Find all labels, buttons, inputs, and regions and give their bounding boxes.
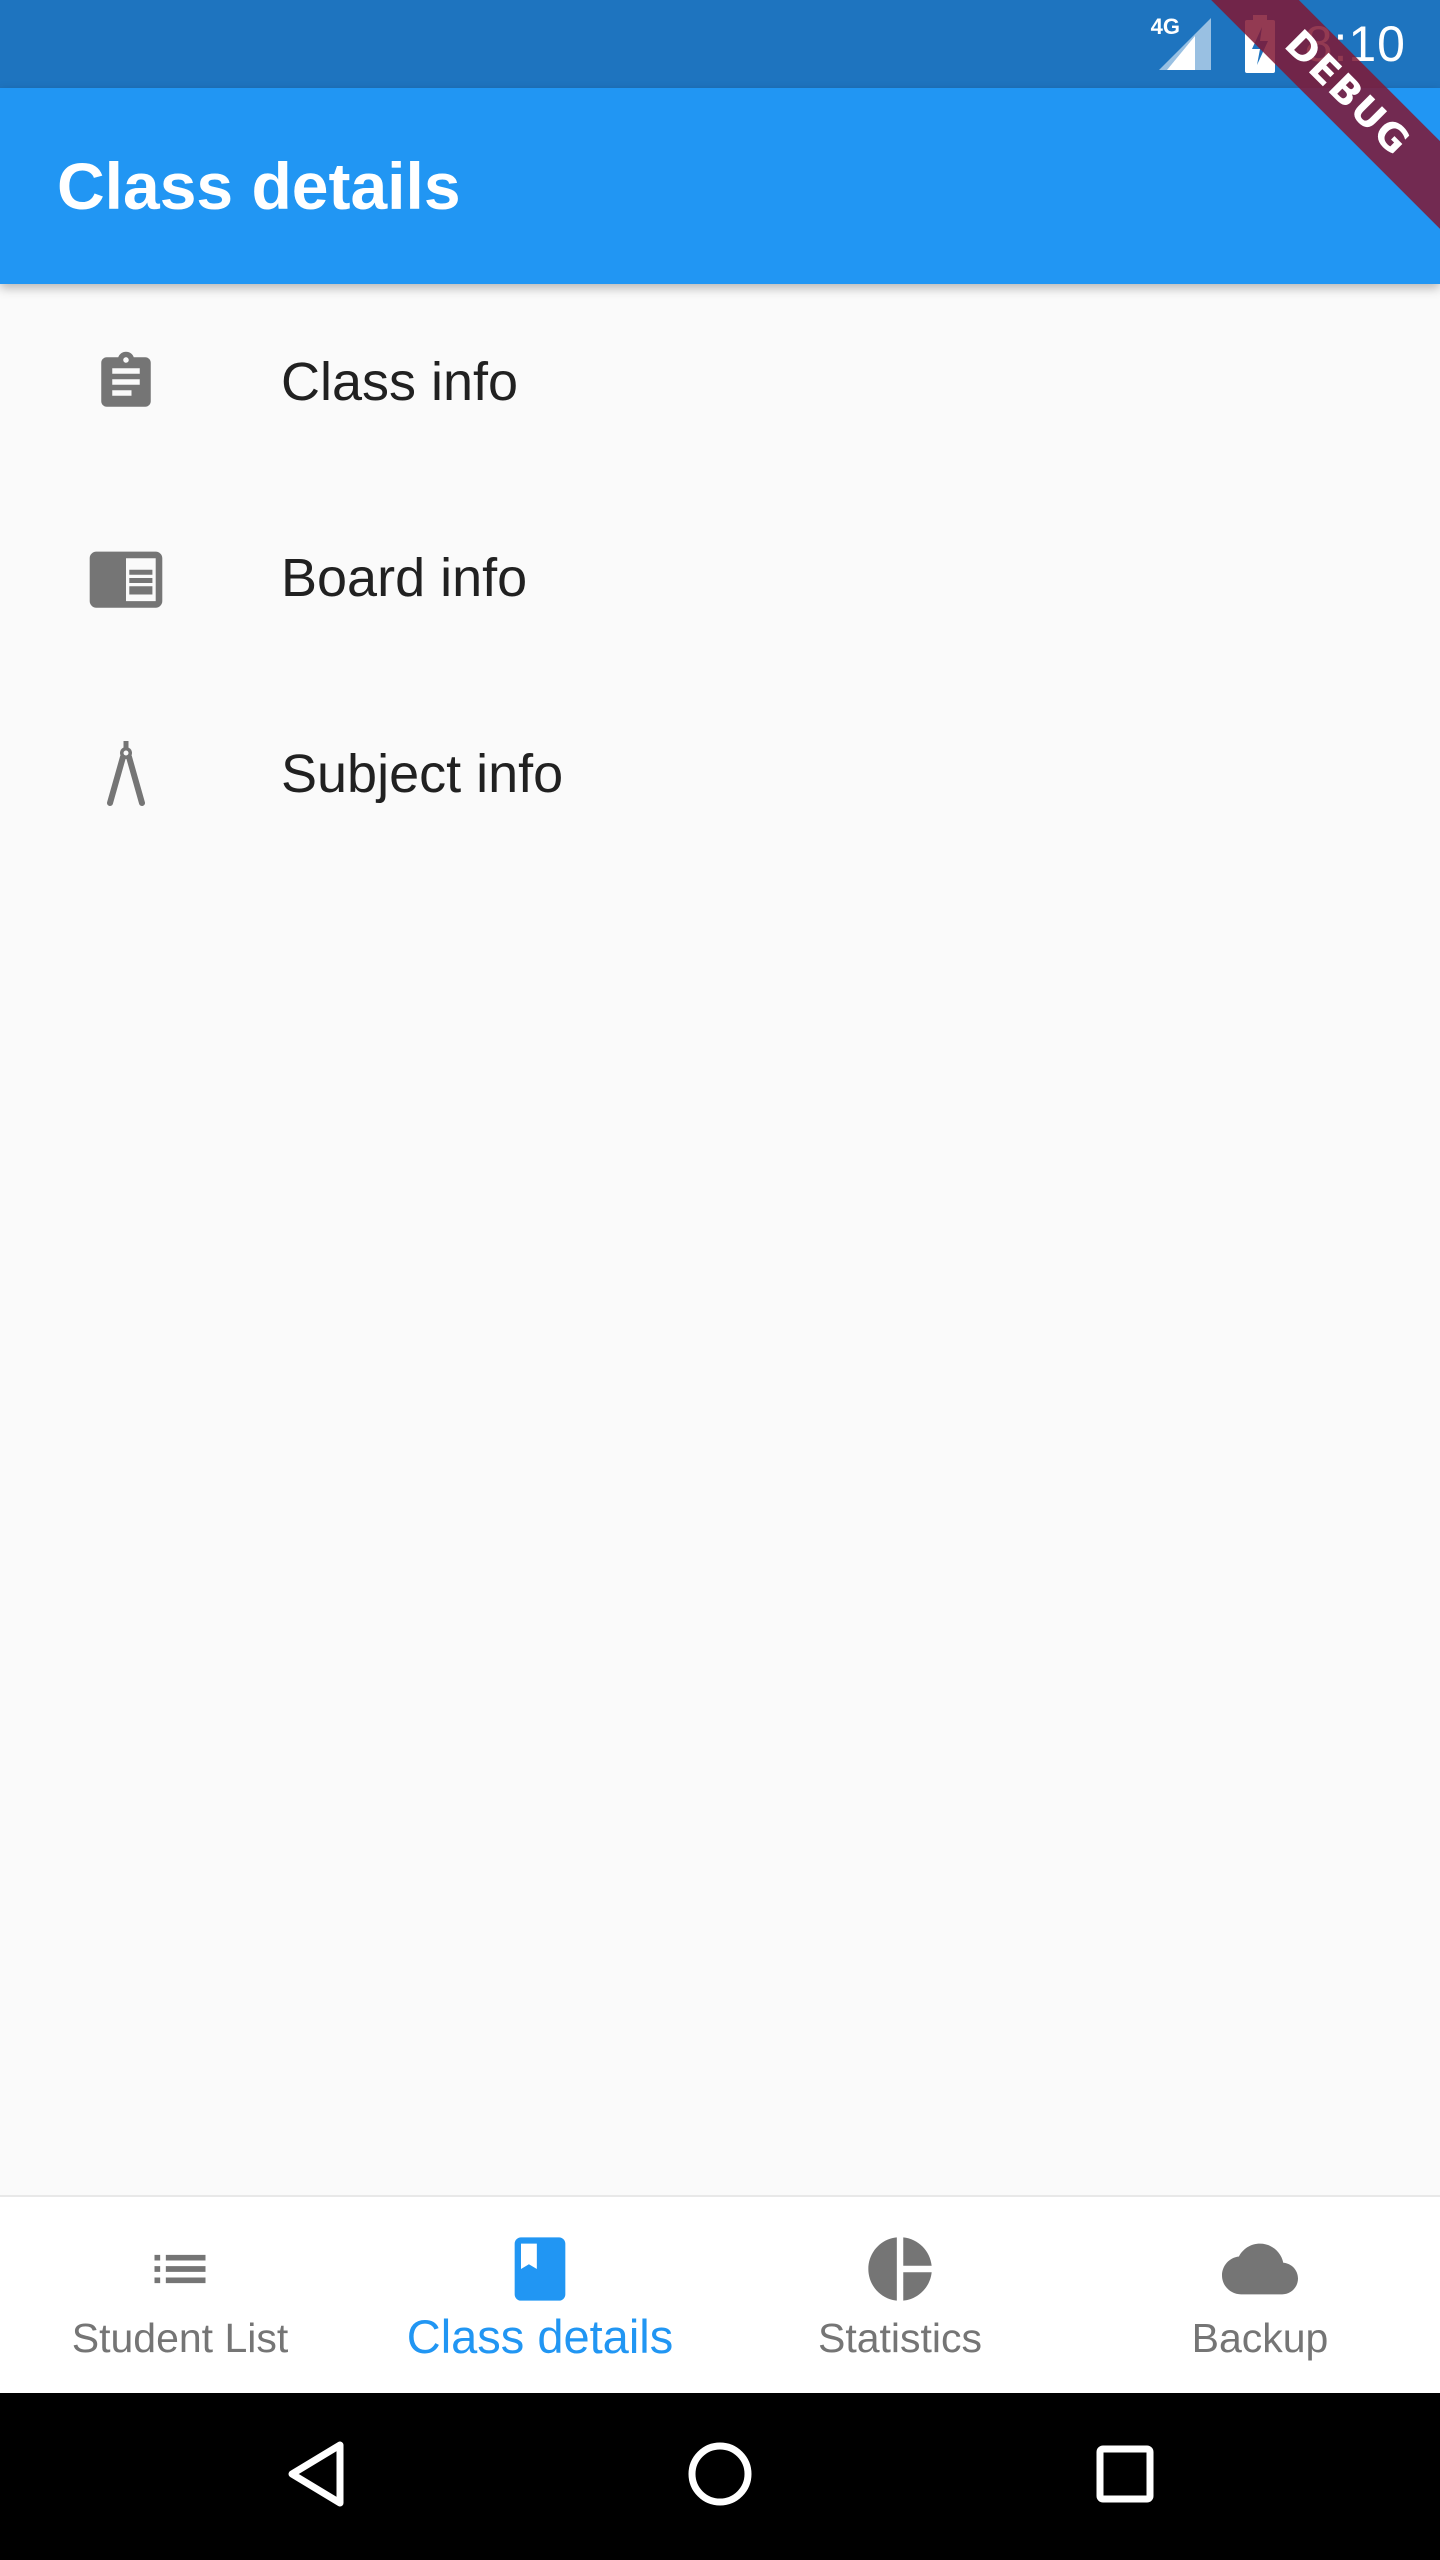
- back-icon: [284, 2439, 348, 2514]
- cloud-icon: [1222, 2231, 1298, 2307]
- status-icons: 4G 8:10: [1151, 0, 1406, 88]
- page-title: Class details: [57, 149, 461, 223]
- system-recents-button[interactable]: [1045, 2393, 1205, 2560]
- clipboard-icon: [86, 342, 166, 422]
- class-details-list: Class info Board info Subject info: [0, 284, 1440, 872]
- compass-drawing-icon: [86, 734, 166, 814]
- nav-item-class-details[interactable]: Class details: [360, 2197, 720, 2395]
- nav-item-student-list[interactable]: Student List: [0, 2197, 360, 2395]
- nav-label: Class details: [406, 2310, 674, 2363]
- system-navigation-bar: [0, 2393, 1440, 2560]
- list-item-class-info[interactable]: Class info: [0, 284, 1440, 480]
- system-back-button[interactable]: [236, 2393, 396, 2560]
- status-bar: 4G 8:10: [0, 0, 1440, 88]
- list-item-board-info[interactable]: Board info: [0, 480, 1440, 676]
- nav-label: Statistics: [817, 2315, 983, 2361]
- list-item-subject-info[interactable]: Subject info: [0, 676, 1440, 872]
- pie-chart-icon: [862, 2231, 938, 2307]
- screen: 4G 8:10 DEBUG Class details Class info B…: [0, 0, 1440, 2560]
- nav-item-backup[interactable]: Backup: [1080, 2197, 1440, 2395]
- list-item-label: Class info: [281, 352, 519, 412]
- status-time: 8:10: [1304, 16, 1406, 72]
- list-item-label: Board info: [281, 548, 528, 608]
- network-type-label: 4G: [1150, 14, 1181, 39]
- book-icon: [502, 2231, 578, 2307]
- recents-icon: [1095, 2444, 1155, 2509]
- chrome-reader-book-icon: [86, 538, 166, 618]
- nav-label: Backup: [1191, 2315, 1329, 2361]
- home-icon: [687, 2441, 753, 2512]
- battery-charging-icon: [1243, 15, 1277, 73]
- list-icon: [142, 2231, 218, 2307]
- app-bar: Class details: [0, 88, 1440, 284]
- system-home-button[interactable]: [640, 2393, 800, 2560]
- nav-label: Student List: [71, 2315, 289, 2361]
- signal-4g-icon: 4G: [1151, 14, 1215, 74]
- nav-item-statistics[interactable]: Statistics: [720, 2197, 1080, 2395]
- list-item-label: Subject info: [281, 744, 564, 804]
- bottom-navigation: Student List Class details Statistics Ba…: [0, 2195, 1440, 2395]
